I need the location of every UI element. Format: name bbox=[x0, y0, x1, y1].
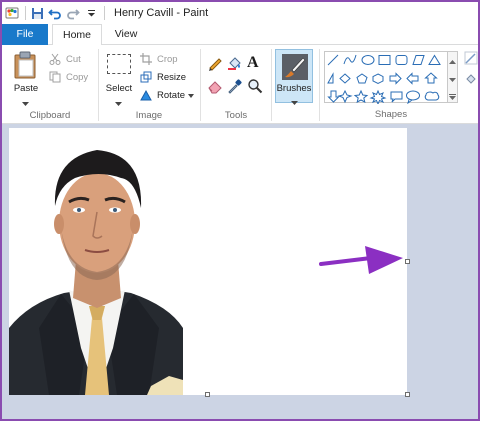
resize-label: Resize bbox=[157, 71, 187, 83]
resize-handle-bottom[interactable] bbox=[205, 392, 210, 397]
quick-access-toolbar bbox=[2, 2, 108, 24]
portrait-photo bbox=[9, 128, 183, 395]
expand-gallery-icon[interactable] bbox=[449, 92, 456, 103]
select-label: Select bbox=[105, 83, 133, 94]
save-icon[interactable] bbox=[29, 5, 45, 21]
pencil-icon[interactable] bbox=[207, 55, 223, 71]
outline-icon[interactable] bbox=[464, 51, 478, 68]
crop-icon bbox=[139, 52, 153, 66]
divider bbox=[319, 49, 320, 121]
text-tool-icon[interactable]: A bbox=[247, 54, 263, 72]
customize-toolbar-icon[interactable] bbox=[83, 5, 99, 21]
copy-icon bbox=[48, 70, 62, 84]
crop-label: Crop bbox=[157, 53, 178, 65]
divider bbox=[104, 6, 105, 20]
rotate-icon bbox=[139, 88, 153, 102]
ribbon: Paste Cut Copy Clipboard Select Crop Res… bbox=[2, 45, 478, 124]
brushes-button[interactable]: Brushes bbox=[275, 49, 313, 105]
select-button[interactable]: Select bbox=[103, 49, 135, 106]
divider bbox=[271, 49, 272, 121]
divider bbox=[25, 6, 26, 20]
chevron-down-icon bbox=[188, 90, 194, 101]
tab-home[interactable]: Home bbox=[52, 24, 102, 46]
image-group-label: Image bbox=[135, 110, 163, 121]
crop-button[interactable]: Crop bbox=[139, 51, 178, 67]
chevron-down-icon bbox=[115, 98, 122, 109]
chevron-up-icon[interactable] bbox=[449, 56, 456, 67]
chevron-down-icon[interactable] bbox=[449, 74, 456, 85]
brushes-label: Brushes bbox=[276, 83, 312, 94]
app-window: Henry Cavill - Paint File Home View Past… bbox=[0, 0, 480, 421]
redo-icon[interactable] bbox=[65, 5, 81, 21]
tools-group: A Tools bbox=[201, 45, 271, 124]
resize-icon bbox=[139, 70, 153, 84]
copy-button[interactable]: Copy bbox=[48, 69, 88, 85]
shapes-gallery[interactable] bbox=[324, 51, 448, 106]
chevron-down-icon bbox=[22, 98, 29, 109]
chevron-down-icon bbox=[291, 97, 298, 108]
window-title: Henry Cavill - Paint bbox=[114, 7, 209, 19]
magnifier-icon[interactable] bbox=[247, 78, 263, 94]
clipboard-group: Paste Cut Copy Clipboard bbox=[2, 45, 98, 124]
fill-icon[interactable] bbox=[464, 71, 478, 88]
resize-handle-right[interactable] bbox=[405, 259, 410, 264]
cut-label: Cut bbox=[66, 53, 81, 65]
paint-app-icon[interactable] bbox=[4, 5, 20, 21]
rotate-button[interactable]: Rotate bbox=[139, 87, 194, 103]
shapes-scrollbar[interactable] bbox=[448, 51, 458, 103]
tools-group-label: Tools bbox=[224, 110, 248, 121]
brush-icon bbox=[281, 53, 309, 84]
eraser-icon[interactable] bbox=[207, 78, 223, 94]
copy-label: Copy bbox=[66, 71, 89, 83]
resize-handle-corner[interactable] bbox=[405, 392, 410, 397]
image-group: Select Crop Resize Rotate Image bbox=[99, 45, 199, 124]
tab-view[interactable]: View bbox=[106, 24, 146, 45]
rotate-label: Rotate bbox=[157, 89, 185, 101]
scissors-icon bbox=[48, 52, 62, 66]
shapes-group-label: Shapes bbox=[374, 109, 408, 120]
shapes-grid bbox=[327, 54, 441, 106]
canvas-workspace[interactable] bbox=[2, 124, 478, 419]
selection-icon bbox=[107, 54, 131, 74]
paste-button[interactable]: Paste bbox=[8, 49, 44, 106]
ribbon-tabs: File Home View bbox=[2, 24, 478, 46]
annotation-arrow-icon bbox=[319, 242, 405, 276]
tab-file[interactable]: File bbox=[2, 24, 48, 45]
undo-icon[interactable] bbox=[47, 5, 63, 21]
fill-bucket-icon[interactable] bbox=[227, 55, 243, 71]
clipboard-group-label: Clipboard bbox=[29, 110, 71, 121]
paste-label: Paste bbox=[13, 83, 39, 94]
color-picker-icon[interactable] bbox=[227, 78, 243, 94]
cut-button[interactable]: Cut bbox=[48, 51, 81, 67]
clipboard-paste-icon bbox=[13, 51, 39, 82]
resize-button[interactable]: Resize bbox=[139, 69, 186, 85]
title-bar: Henry Cavill - Paint bbox=[2, 2, 478, 24]
